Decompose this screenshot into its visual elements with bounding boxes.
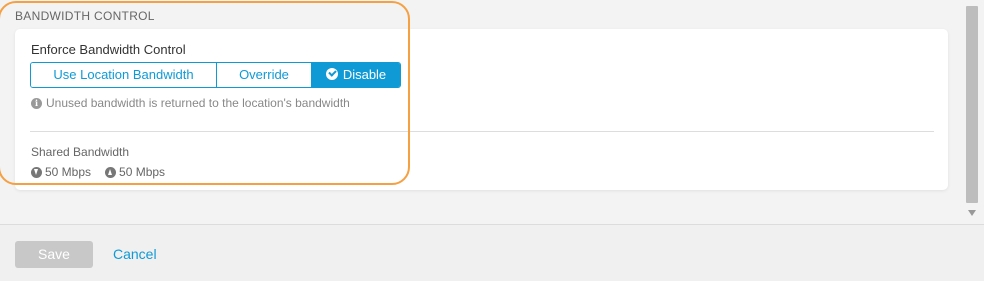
section-title: BANDWIDTH CONTROL — [15, 9, 155, 23]
use-location-bandwidth-label: Use Location Bandwidth — [53, 67, 194, 82]
override-button[interactable]: Override — [217, 63, 312, 87]
footer: Save Cancel — [0, 224, 984, 281]
bandwidth-note-text: Unused bandwidth is returned to the loca… — [46, 96, 350, 110]
scroll-down-arrow-icon[interactable] — [968, 210, 976, 216]
cancel-link[interactable]: Cancel — [113, 246, 157, 262]
disable-label: Disable — [342, 67, 387, 82]
scrollbar-thumb[interactable] — [966, 6, 978, 203]
arrow-up-circle-icon — [105, 166, 117, 178]
bandwidth-note: i Unused bandwidth is returned to the lo… — [31, 96, 350, 110]
override-label: Override — [239, 67, 289, 82]
divider — [30, 131, 934, 132]
check-circle-icon — [325, 68, 338, 80]
shared-bandwidth-label: Shared Bandwidth — [31, 145, 130, 159]
content-area: BANDWIDTH CONTROL Enforce Bandwidth Cont… — [0, 0, 962, 224]
info-circle-icon: i — [31, 97, 42, 109]
shared-bandwidth-values: 50 Mbps 50 Mbps — [31, 165, 179, 179]
enforce-bandwidth-label: Enforce Bandwidth Control — [31, 42, 186, 57]
save-button[interactable]: Save — [15, 241, 93, 268]
download-value: 50 Mbps — [45, 165, 92, 179]
arrow-down-circle-icon — [31, 166, 42, 178]
bandwidth-card: Enforce Bandwidth Control Use Location B… — [15, 29, 948, 190]
upload-value: 50 Mbps — [119, 165, 166, 179]
enforce-bandwidth-toggle: Use Location Bandwidth Override Disable — [30, 62, 401, 88]
disable-button[interactable]: Disable — [312, 63, 400, 87]
vertical-scrollbar[interactable] — [962, 0, 984, 224]
use-location-bandwidth-button[interactable]: Use Location Bandwidth — [31, 63, 217, 87]
